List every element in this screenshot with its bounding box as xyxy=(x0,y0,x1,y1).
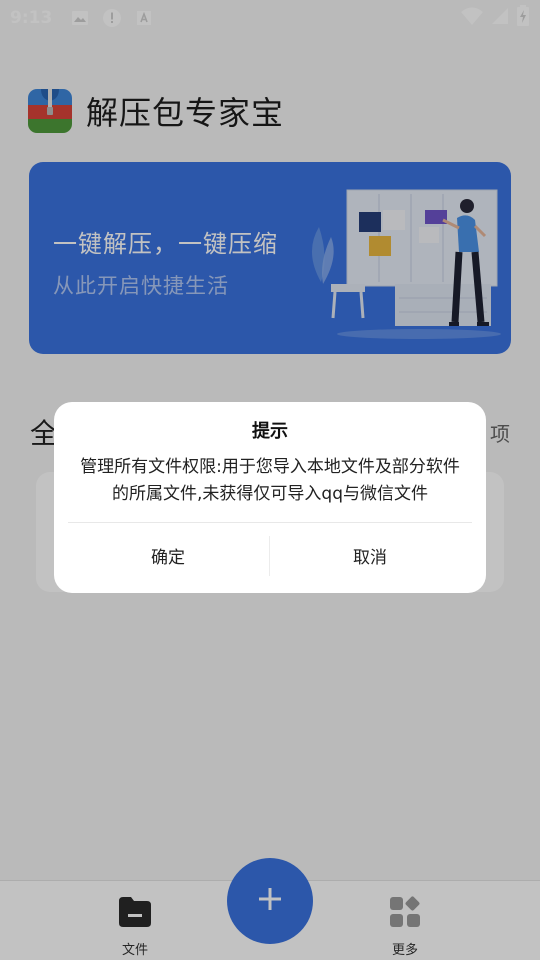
cancel-button[interactable]: 取消 xyxy=(270,532,470,578)
dialog-title: 提示 xyxy=(252,421,288,442)
dialog-message-line: 的所属文件,未获得仅可导入qq与微信文件 xyxy=(112,484,428,504)
dialog-message-line: 管理所有文件权限:用于您导入本地文件及部分软件 xyxy=(80,457,460,477)
dialog-divider xyxy=(68,522,472,523)
dialog-message: 管理所有文件权限:用于您导入本地文件及部分软件 的所属文件,未获得仅可导入qq与… xyxy=(68,454,472,508)
permission-dialog: 提示 管理所有文件权限:用于您导入本地文件及部分软件 的所属文件,未获得仅可导入… xyxy=(54,402,486,593)
confirm-button[interactable]: 确定 xyxy=(68,532,268,578)
